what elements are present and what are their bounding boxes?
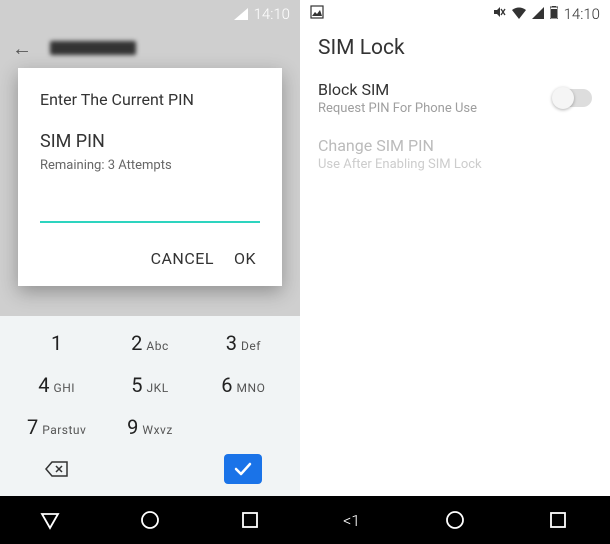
nav-home-icon[interactable]: [442, 507, 468, 533]
attempts-hint: Remaining: 3 Attempts: [40, 158, 260, 173]
key-9[interactable]: 9Wxvz: [110, 415, 190, 439]
status-time: 14:10: [564, 5, 600, 23]
settings-header: ←: [0, 28, 300, 68]
signal-icon: [234, 8, 248, 20]
change-pin-desc: Use After Enabling SIM Lock: [318, 157, 592, 172]
back-arrow-icon[interactable]: ←: [12, 36, 32, 61]
key-1[interactable]: 1: [17, 331, 97, 355]
dialog-subtitle: SIM PIN: [40, 131, 260, 152]
key-4[interactable]: 4GHI: [17, 373, 97, 397]
nav-recent-icon[interactable]: [545, 507, 571, 533]
pin-input[interactable]: [40, 201, 260, 223]
key-3[interactable]: 3Def: [203, 331, 283, 355]
signal-icon: [532, 5, 544, 23]
page-title-blurred: [50, 41, 136, 55]
key-7[interactable]: 7Parstuv: [17, 415, 97, 439]
status-time: 14:10: [254, 5, 290, 23]
change-pin-label: Change SIM PIN: [318, 136, 592, 155]
dialog-title: Enter The Current PIN: [40, 90, 260, 109]
cancel-button[interactable]: CANCEL: [151, 249, 214, 268]
nav-back-icon[interactable]: [37, 507, 63, 533]
block-sim-toggle[interactable]: [554, 89, 592, 107]
nav-recent-icon[interactable]: [237, 507, 263, 533]
screen-pin-entry: 14:10 ← Enter The Current PIN SIM PIN Re…: [0, 0, 300, 544]
block-sim-desc: Request PIN For Phone Use: [318, 101, 554, 116]
pin-entry-dialog: Enter The Current PIN SIM PIN Remaining:…: [18, 68, 282, 286]
block-sim-row[interactable]: Block SIM Request PIN For Phone Use: [300, 70, 610, 126]
dialog-actions: CANCEL OK: [40, 241, 260, 276]
screen-sim-lock-settings: 14:10 SIM Lock Block SIM Request PIN For…: [300, 0, 610, 544]
nav-home-icon[interactable]: [137, 507, 163, 533]
mute-icon: [492, 5, 506, 23]
key-2[interactable]: 2Abc: [110, 331, 190, 355]
battery-icon: [550, 5, 558, 23]
backspace-key[interactable]: [38, 454, 76, 484]
key-6[interactable]: 6MNO: [203, 373, 283, 397]
wifi-icon: [512, 5, 526, 23]
change-pin-row: Change SIM PIN Use After Enabling SIM Lo…: [300, 126, 610, 182]
numeric-keypad: 1 2Abc 3Def 4GHI 5JKL 6MNO 7Parstuv 9Wxv…: [0, 316, 300, 496]
picture-icon: [310, 5, 324, 23]
block-sim-label: Block SIM: [318, 80, 554, 99]
navigation-bar: [0, 496, 300, 544]
page-title: SIM Lock: [300, 28, 610, 70]
enter-key[interactable]: [224, 454, 262, 484]
status-bar: 14:10: [0, 0, 300, 28]
navigation-bar: <1: [300, 496, 610, 544]
ok-button[interactable]: OK: [234, 249, 256, 268]
status-bar: 14:10: [300, 0, 610, 28]
key-5[interactable]: 5JKL: [110, 373, 190, 397]
nav-back-icon[interactable]: <1: [339, 507, 365, 533]
